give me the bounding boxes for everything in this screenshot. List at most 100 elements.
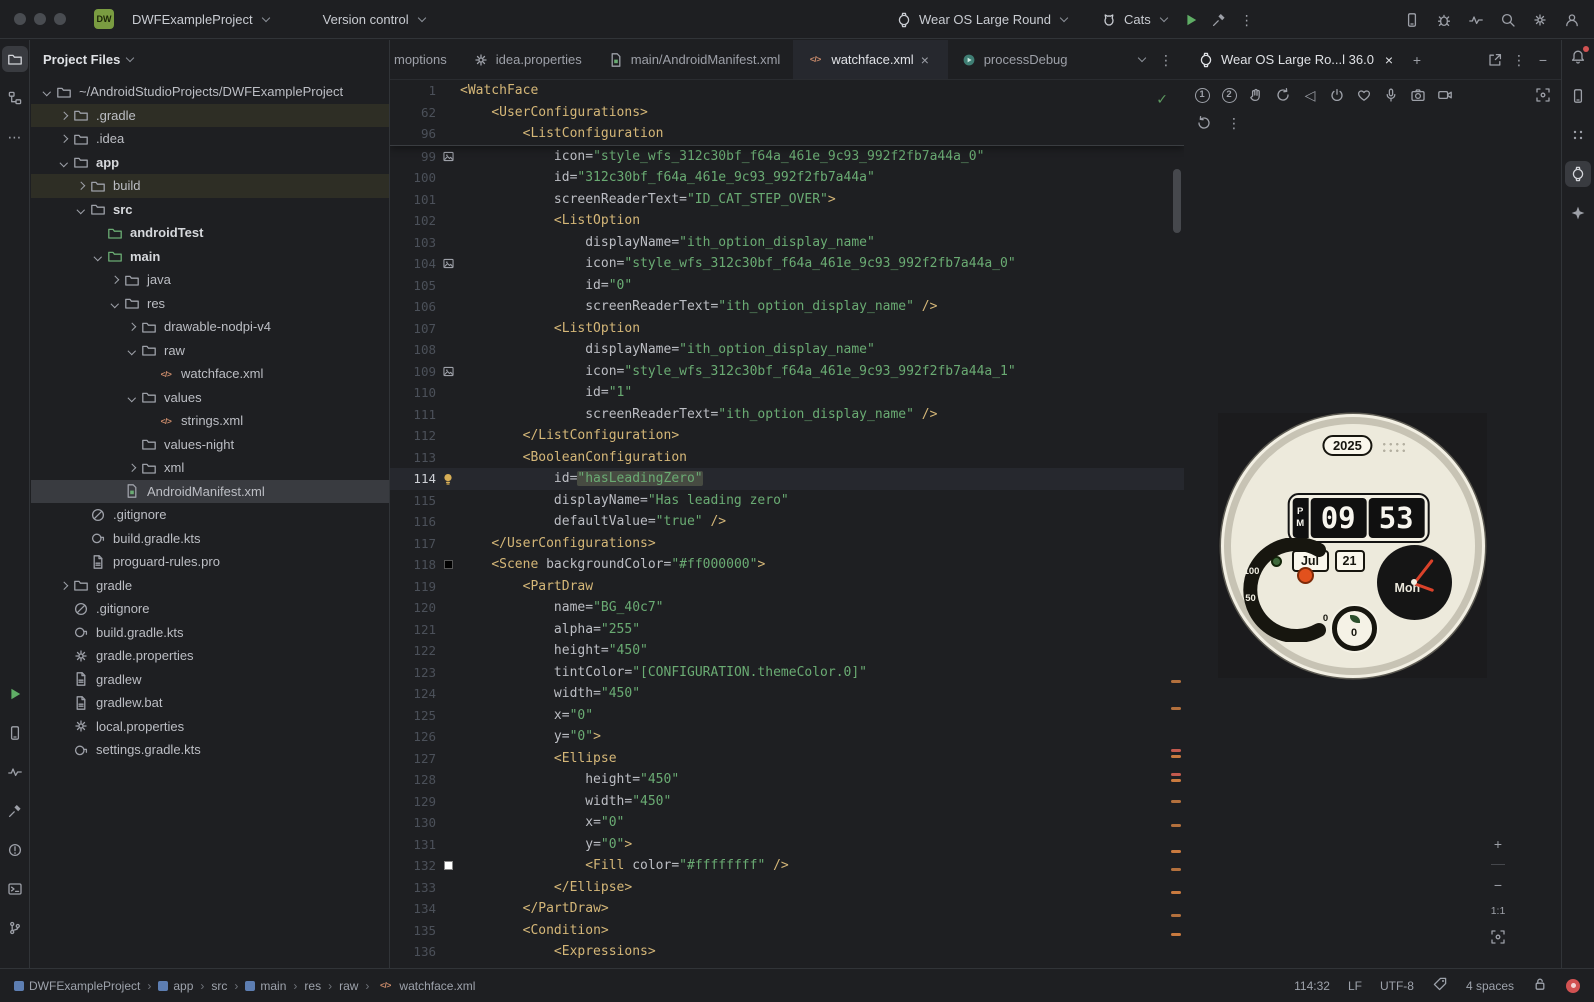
code-line[interactable]: 123 tintColor="[CONFIGURATION.themeColor… — [390, 662, 1184, 684]
tree-item[interactable]: ~/AndroidStudioProjects/DWFExampleProjec… — [31, 80, 389, 104]
code-line[interactable]: 118 <Scene backgroundColor="#ff000000"> — [390, 554, 1184, 576]
notifications-button[interactable] — [1565, 44, 1591, 70]
stripe-mark[interactable] — [1171, 891, 1181, 894]
build-button[interactable] — [1205, 6, 1233, 34]
tree-item[interactable]: raw — [31, 339, 389, 363]
version-control-menu[interactable]: Version control — [313, 7, 435, 32]
line-number[interactable]: 114 — [390, 468, 436, 490]
screen-record-button[interactable] — [1433, 83, 1457, 107]
code-line[interactable]: 62 <UserConfigurations> — [390, 102, 1184, 124]
expand-chevron[interactable] — [124, 463, 139, 472]
device-explorer-button[interactable] — [1565, 83, 1591, 109]
tree-item[interactable]: </> strings.xml — [31, 409, 389, 433]
code-line[interactable]: 96 <ListConfiguration — [390, 123, 1184, 145]
tree-item[interactable]: build.gradle.kts — [31, 527, 389, 551]
reset-view-button[interactable] — [1192, 111, 1216, 135]
device-tab[interactable]: Wear OS Large Ro...l 36.0 × — [1190, 40, 1405, 79]
project-view-button[interactable] — [1, 46, 28, 72]
expand-chevron[interactable] — [107, 299, 122, 308]
tree-item[interactable]: res — [31, 292, 389, 316]
editor-scrollbar[interactable] — [1173, 169, 1181, 233]
version-control-view-button[interactable] — [2, 915, 28, 941]
expand-chevron[interactable] — [39, 87, 54, 96]
encoding-widget[interactable]: UTF-8 — [1380, 979, 1414, 993]
breadcrumb-item[interactable]: </> watchface.xml — [376, 978, 475, 994]
account-button[interactable] — [1558, 6, 1586, 34]
tree-item[interactable]: gradle.properties — [31, 644, 389, 668]
line-number[interactable]: 135 — [390, 920, 436, 942]
line-number[interactable]: 99 — [390, 146, 436, 168]
code-line[interactable]: 103 displayName="ith_option_display_name… — [390, 232, 1184, 254]
breadcrumb-item[interactable]: DWFExampleProject — [14, 979, 140, 993]
caret-position-widget[interactable]: 114:32 — [1294, 979, 1330, 993]
expand-chevron[interactable] — [90, 252, 105, 261]
code-line[interactable]: 136 <Expressions> — [390, 941, 1184, 963]
code-line[interactable]: 99 icon="style_wfs_312c30bf_f64a_461e_9c… — [390, 146, 1184, 168]
stripe-mark[interactable] — [1171, 800, 1181, 803]
line-number[interactable]: 134 — [390, 898, 436, 920]
inspection-ok-icon[interactable]: ✓ — [1156, 90, 1168, 112]
code-line[interactable]: 131 y="0"> — [390, 834, 1184, 856]
device-manager-button[interactable] — [1398, 6, 1426, 34]
project-menu[interactable]: DWFExampleProject — [122, 7, 279, 32]
tab-options-button[interactable]: ⋮ — [1154, 48, 1178, 72]
code-line[interactable]: 102 <ListOption — [390, 210, 1184, 232]
code-line[interactable]: 124 width="450" — [390, 683, 1184, 705]
stripe-mark[interactable] — [1171, 868, 1181, 871]
line-number[interactable]: 119 — [390, 576, 436, 598]
line-number[interactable]: 108 — [390, 339, 436, 361]
profiler-view-button[interactable] — [2, 759, 28, 785]
tree-item[interactable]: build — [31, 174, 389, 198]
line-number[interactable]: 125 — [390, 705, 436, 727]
tree-item[interactable]: app — [31, 151, 389, 175]
line-number[interactable]: 129 — [390, 791, 436, 813]
code-line[interactable]: 121 alpha="255" — [390, 619, 1184, 641]
breadcrumb-item[interactable]: app — [158, 979, 193, 993]
expand-chevron[interactable] — [107, 275, 122, 284]
tree-item[interactable]: settings.gradle.kts — [31, 738, 389, 762]
more-actions-button[interactable]: ⋮ — [1233, 6, 1261, 34]
tree-item[interactable]: src — [31, 198, 389, 222]
code-line[interactable]: 107 <ListOption — [390, 318, 1184, 340]
stripe-mark[interactable] — [1171, 850, 1181, 853]
line-number[interactable]: 103 — [390, 232, 436, 254]
editor-tab[interactable]: main/AndroidManifest.xml — [595, 40, 794, 79]
code-line[interactable]: 109 icon="style_wfs_312c30bf_f64a_461e_9… — [390, 361, 1184, 383]
line-number[interactable]: 100 — [390, 167, 436, 189]
expand-chevron[interactable] — [124, 346, 139, 355]
code-line[interactable]: 130 x="0" — [390, 812, 1184, 834]
close-tab-icon[interactable]: × — [921, 52, 935, 68]
expand-chevron[interactable] — [73, 205, 88, 214]
hidden-tabs-button[interactable] — [1128, 48, 1152, 72]
panel-options-button[interactable]: ⋮ — [1507, 48, 1531, 72]
more-tool-windows-button[interactable]: ⋯ — [2, 124, 28, 150]
zoom-out-button[interactable]: − — [1486, 873, 1510, 897]
code-line[interactable]: 117 </UserConfigurations> — [390, 533, 1184, 555]
indent-widget[interactable]: 4 spaces — [1466, 979, 1514, 993]
line-number[interactable]: 111 — [390, 404, 436, 426]
line-number[interactable]: 136 — [390, 941, 436, 963]
line-number[interactable]: 126 — [390, 726, 436, 748]
hw-button-2-button[interactable]: 2 — [1217, 83, 1241, 107]
screenshot-button[interactable] — [1486, 925, 1510, 949]
breadcrumb-item[interactable]: main — [245, 979, 286, 993]
line-number[interactable]: 130 — [390, 812, 436, 834]
tree-item[interactable]: AndroidManifest.xml — [31, 479, 389, 503]
snapshot-button[interactable] — [1531, 83, 1555, 107]
device-screen[interactable]: 2025 P M 09 53 Jul 21 Mon 100 50 0 0 — [1218, 413, 1487, 678]
tree-item[interactable]: build.gradle.kts — [31, 621, 389, 645]
code-line[interactable]: 120 name="BG_40c7" — [390, 597, 1184, 619]
profiler-button[interactable] — [1462, 6, 1490, 34]
terminal-view-button[interactable] — [2, 876, 28, 902]
editor-tab[interactable]: processDebug — [948, 40, 1081, 79]
code-line[interactable]: 105 id="0" — [390, 275, 1184, 297]
code-editor[interactable]: 1 <WatchFace 62 <UserConfigurations> 96 <Li… — [390, 80, 1184, 968]
editor-tab[interactable]: </> watchface.xml × — [793, 40, 948, 79]
code-line[interactable]: 128 height="450" — [390, 769, 1184, 791]
tree-item[interactable]: androidTest — [31, 221, 389, 245]
structure-view-button[interactable] — [2, 85, 28, 111]
code-line[interactable]: 104 icon="style_wfs_312c30bf_f64a_461e_9… — [390, 253, 1184, 275]
lock-widget[interactable] — [1532, 976, 1548, 995]
tag-widget[interactable] — [1432, 976, 1448, 995]
code-line[interactable]: 132 <Fill color="#ffffffff" /> — [390, 855, 1184, 877]
